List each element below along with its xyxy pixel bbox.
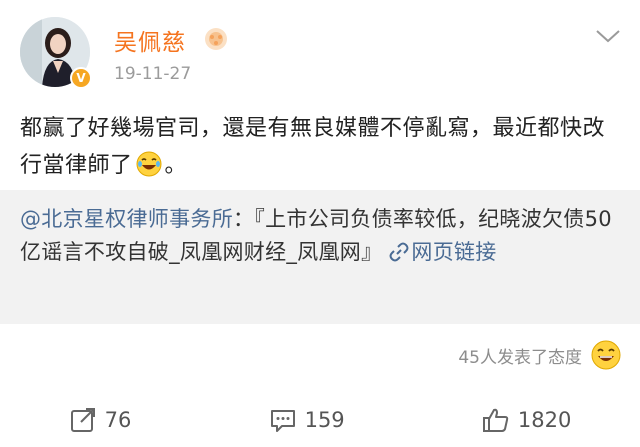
repost-count: 76 (104, 408, 132, 432)
shared-content-text: @北京星权律师事务所：『上市公司负债率较低，纪晓波欠债50亿谣言不攻自破_凤凰网… (20, 203, 622, 269)
repost-button[interactable]: 76 (69, 406, 132, 434)
like-button[interactable]: 1820 (482, 406, 571, 434)
mention-link[interactable]: @北京星权律师事务所 (20, 207, 233, 231)
post-text: 都赢了好幾場官司，還是有無良媒體不停亂寫，最近都快改行當律師了 。 (20, 110, 620, 184)
post-text-main: 都赢了好幾場官司，還是有無良媒體不停亂寫，最近都快改行當律師了 (20, 116, 606, 178)
link-icon[interactable] (389, 242, 409, 262)
comment-icon (270, 410, 295, 432)
like-count: 1820 (517, 408, 572, 432)
laugh-emoji-icon[interactable] (590, 339, 622, 371)
comment-count: 159 (304, 408, 345, 432)
reactions-summary[interactable]: 45人发表了态度 (458, 339, 622, 371)
chevron-down-icon[interactable] (594, 27, 622, 45)
laugh-cry-emoji-icon (136, 151, 162, 177)
repost-icon (70, 408, 95, 432)
action-bar: 76 159 1820 (0, 400, 640, 440)
vip-badge-icon (205, 28, 227, 50)
post-text-end: 。 (164, 153, 188, 178)
web-link[interactable]: 网页链接 (411, 240, 496, 264)
username[interactable]: 吴佩慈 (114, 23, 186, 57)
post-timestamp: 19-11-27 (114, 64, 192, 84)
thumbs-up-icon (482, 408, 509, 432)
verified-badge-icon: V (70, 67, 92, 89)
comment-button[interactable]: 159 (269, 406, 345, 434)
reactions-text[interactable]: 45人发表了态度 (458, 343, 582, 368)
